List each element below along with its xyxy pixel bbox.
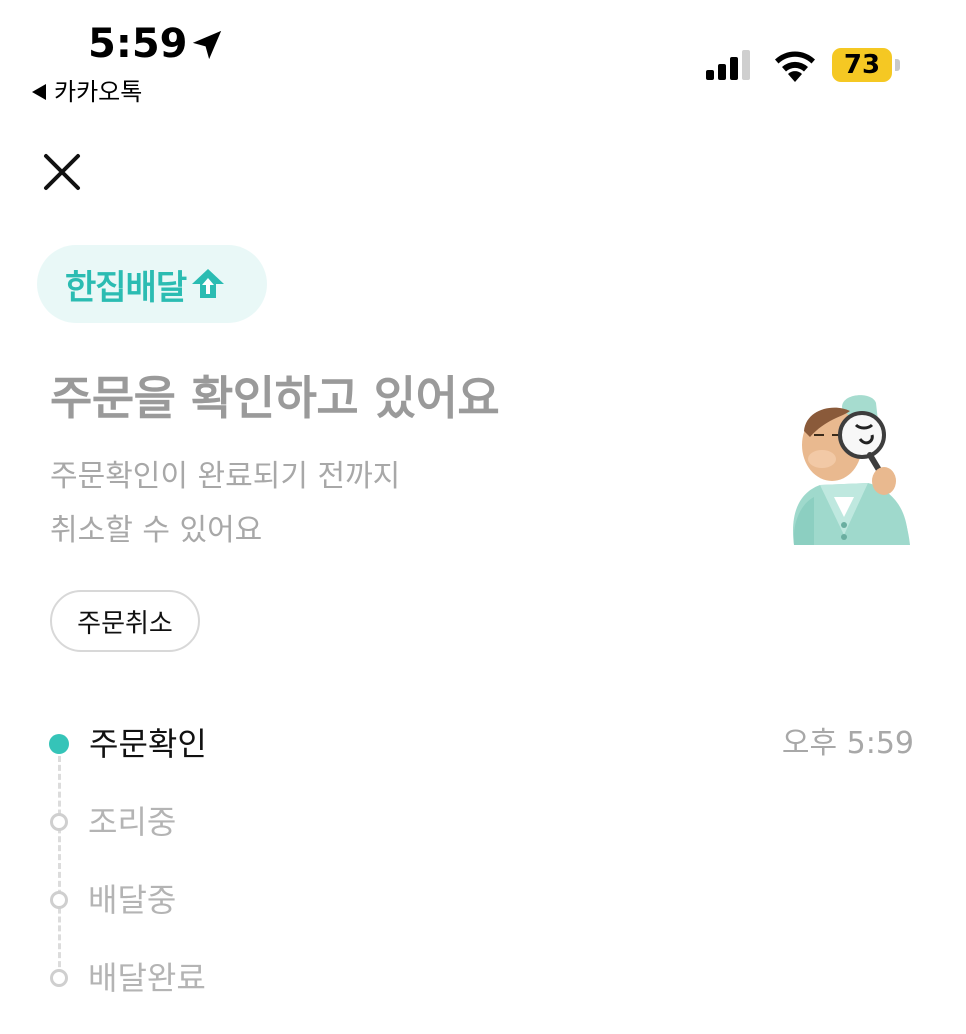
status-time: 5:59: [88, 21, 188, 67]
brand-name: 한집배달: [65, 267, 187, 308]
back-to-app-link[interactable]: 카카오톡: [32, 78, 142, 106]
close-icon[interactable]: [40, 150, 84, 194]
back-app-name: 카카오톡: [54, 78, 143, 106]
battery-indicator: 73: [832, 48, 902, 82]
timeline-step-delivering: 배달중: [48, 880, 176, 920]
description-line-2: 취소할 수 있어요: [50, 513, 263, 548]
description-line-1: 주문확인이 완료되기 전까지: [50, 459, 401, 494]
back-triangle-icon: [32, 84, 46, 100]
timeline-dot-active: [49, 734, 69, 754]
location-arrow-icon: [192, 30, 222, 60]
order-status-screen: 5:59 카카오톡 73 한집배달 주문을 확인하고 있어요 주문확인이 완료되…: [0, 0, 966, 1034]
timeline-step-label: 조리중: [88, 803, 177, 841]
timeline-step-cooking: 조리중: [48, 802, 176, 842]
timeline-step-time: 오후 5:59: [781, 726, 914, 761]
battery-nub: [895, 59, 900, 71]
timeline-dot: [50, 969, 68, 987]
battery-level: 73: [843, 50, 881, 80]
home-arrow-icon: [192, 269, 225, 298]
page-description: 주문확인이 완료되기 전까지 취소할 수 있어요: [50, 450, 400, 558]
timeline-connector: [58, 756, 61, 976]
timeline-dot: [50, 813, 68, 831]
timeline-step-delivered: 배달완료: [48, 958, 206, 998]
timeline-step-label: 배달중: [88, 881, 177, 919]
timeline-step-label: 배달완료: [88, 959, 206, 997]
cancel-order-button[interactable]: 주문취소: [50, 590, 200, 652]
timeline-step-order-confirm: 주문확인: [48, 724, 207, 764]
timeline-dot: [50, 891, 68, 909]
brand-badge: 한집배달: [37, 245, 267, 323]
chef-character-illustration: [793, 395, 910, 545]
wifi-icon: [775, 51, 815, 82]
cellular-signal-icon: [706, 50, 750, 80]
timeline-step-label: 주문확인: [89, 725, 207, 763]
page-title: 주문을 확인하고 있어요: [50, 371, 500, 425]
